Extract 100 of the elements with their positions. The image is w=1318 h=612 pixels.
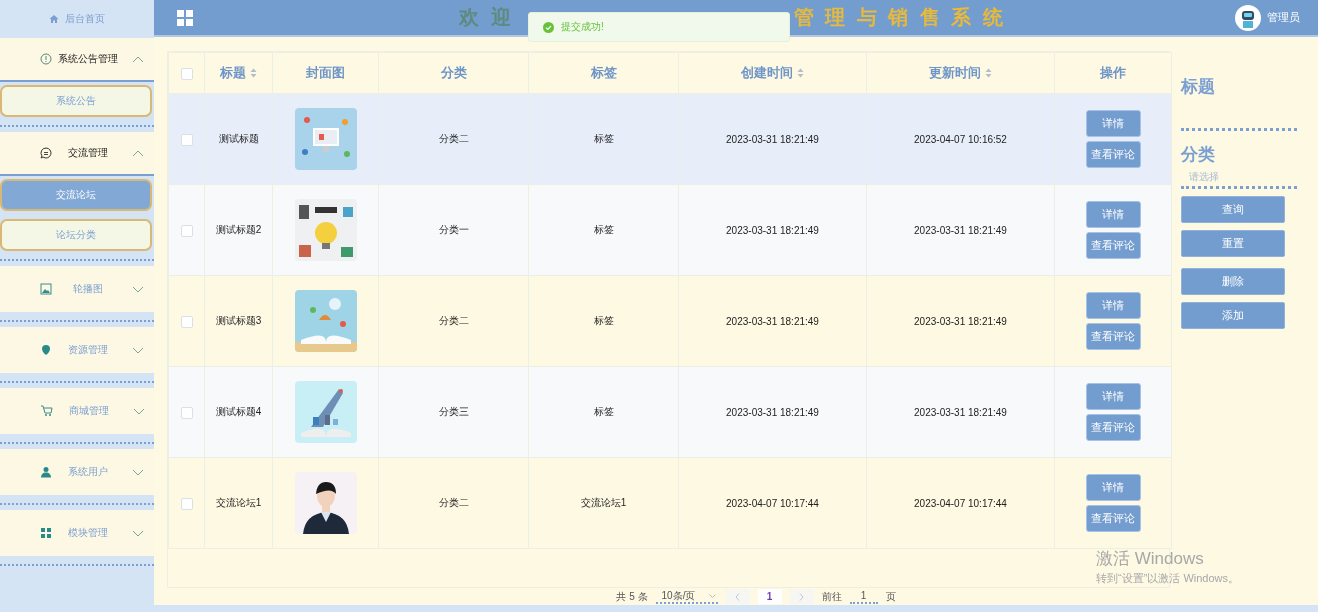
category-select[interactable]: 请选择	[1181, 167, 1297, 190]
grid-icon	[40, 527, 52, 539]
total-count: 共 5 条	[616, 589, 648, 604]
select-all-checkbox[interactable]	[180, 68, 193, 81]
column-header: 封面图	[306, 64, 345, 83]
chevron-down-icon	[133, 407, 145, 415]
home-menu-item[interactable]: 后台首页	[0, 0, 154, 38]
system-title: 管 理 与 销 售 系 统	[793, 5, 1006, 31]
row-checkbox[interactable]	[180, 497, 193, 510]
info-icon	[40, 53, 52, 65]
details-button[interactable]: 详情	[1085, 383, 1141, 411]
category-cell: 分类三	[438, 406, 469, 418]
goto-label: 前往	[821, 589, 842, 604]
system-title: 欢 迎	[459, 5, 514, 31]
comments-button[interactable]: 查看评论	[1085, 323, 1141, 351]
search-button[interactable]: 查询	[1181, 196, 1285, 224]
details-button[interactable]: 详情	[1085, 292, 1141, 320]
goto-page-field[interactable]: 1	[849, 589, 878, 605]
details-button[interactable]: 详情	[1085, 110, 1141, 138]
sort-icon[interactable]	[985, 68, 992, 79]
title-cell: 交流论坛1	[215, 497, 262, 509]
details-button[interactable]: 详情	[1085, 474, 1141, 502]
column-header[interactable]: 创建时间	[741, 64, 793, 83]
row-checkbox[interactable]	[180, 315, 193, 328]
delete-button[interactable]: 删除	[1181, 268, 1285, 296]
title-cell: 测试标题	[218, 133, 259, 145]
sort-icon[interactable]	[797, 68, 804, 79]
cart-icon	[40, 405, 53, 417]
menu-group[interactable]: 商城管理	[0, 388, 154, 434]
category-cell: 分类一	[438, 224, 469, 236]
page-suffix: 页	[885, 589, 896, 604]
updated-time-cell: 2023-04-07 10:17:44	[914, 497, 1007, 509]
user-name[interactable]: 管理员	[1267, 10, 1300, 26]
chevron-left-icon	[735, 592, 741, 601]
menu-group[interactable]: 轮播图	[0, 266, 154, 312]
row-checkbox[interactable]	[180, 133, 193, 146]
prev-page-button[interactable]	[725, 589, 750, 605]
column-header[interactable]: 标题	[220, 64, 246, 83]
toast-message: 提交成功!	[561, 20, 604, 34]
tag-cell: 交流论坛1	[580, 497, 627, 509]
row-checkbox[interactable]	[180, 406, 193, 419]
menu-group[interactable]: 系统用户	[0, 449, 154, 495]
tag-cell: 标签	[593, 315, 614, 327]
updated-time-cell: 2023-03-31 18:21:49	[914, 406, 1007, 418]
tag-cell: 标签	[593, 224, 614, 236]
category-cell: 分类二	[438, 133, 469, 145]
menu-group[interactable]: 资源管理	[0, 327, 154, 373]
created-time-cell: 2023-03-31 18:21:49	[726, 315, 819, 327]
title-cell: 测试标题4	[215, 406, 262, 418]
page-size-select[interactable]: 10条/页	[655, 589, 718, 605]
next-page-button[interactable]	[789, 589, 814, 605]
success-icon	[543, 21, 554, 33]
chevron-down-icon	[132, 346, 144, 354]
submenu-item[interactable]: 交流论坛	[0, 179, 152, 211]
created-time-cell: 2023-03-31 18:21:49	[726, 133, 819, 145]
created-time-cell: 2023-03-31 18:21:49	[726, 406, 819, 418]
add-button[interactable]: 添加	[1181, 302, 1285, 330]
pin-icon	[40, 344, 52, 356]
activation-title: 激活 Windows	[1096, 548, 1205, 570]
created-time-cell: 2023-03-31 18:21:49	[726, 224, 819, 236]
chevron-down-icon	[132, 468, 144, 476]
home-icon	[49, 14, 59, 24]
column-header: 分类	[440, 64, 467, 83]
reset-button[interactable]: 重置	[1181, 230, 1285, 258]
sort-icon[interactable]	[250, 68, 257, 79]
chevron-up-icon	[132, 149, 144, 157]
field-label: 分类	[1181, 144, 1216, 167]
title-cell: 测试标题3	[215, 315, 262, 327]
chevron-up-icon	[132, 55, 144, 63]
updated-time-cell: 2023-03-31 18:21:49	[914, 315, 1007, 327]
robot-avatar-icon[interactable]	[1235, 4, 1261, 31]
image-icon	[40, 283, 52, 295]
row-checkbox[interactable]	[180, 224, 193, 237]
column-header: 操作	[1100, 64, 1126, 83]
tag-cell: 标签	[593, 133, 614, 145]
submenu-item[interactable]: 系统公告	[0, 85, 152, 117]
field-label: 标题	[1181, 76, 1216, 99]
chevron-down-icon	[132, 285, 144, 293]
grid-menu-icon[interactable]	[177, 9, 193, 26]
activation-subtitle: 转到“设置”以激活 Windows。	[1096, 571, 1239, 586]
updated-time-cell: 2023-04-07 10:16:52	[914, 133, 1007, 145]
column-header: 标签	[590, 64, 617, 83]
title-cell: 测试标题2	[215, 224, 262, 236]
comments-button[interactable]: 查看评论	[1085, 232, 1141, 260]
comments-button[interactable]: 查看评论	[1085, 505, 1141, 533]
updated-time-cell: 2023-03-31 18:21:49	[914, 224, 1007, 236]
comments-button[interactable]: 查看评论	[1085, 141, 1141, 169]
submenu-item[interactable]: 论坛分类	[0, 219, 152, 251]
menu-group[interactable]: 交流管理	[0, 132, 154, 176]
comments-button[interactable]: 查看评论	[1085, 414, 1141, 442]
details-button[interactable]: 详情	[1085, 201, 1141, 229]
caret-icon	[708, 593, 716, 598]
menu-group[interactable]: 模块管理	[0, 510, 154, 556]
menu-group[interactable]: 系统公告管理	[0, 38, 154, 82]
page-number[interactable]: 1	[757, 589, 782, 605]
chevron-right-icon	[799, 592, 805, 601]
created-time-cell: 2023-04-07 10:17:44	[726, 497, 819, 509]
column-header[interactable]: 更新时间	[929, 64, 981, 83]
chat-icon	[40, 147, 52, 159]
home-label: 后台首页	[65, 12, 105, 26]
